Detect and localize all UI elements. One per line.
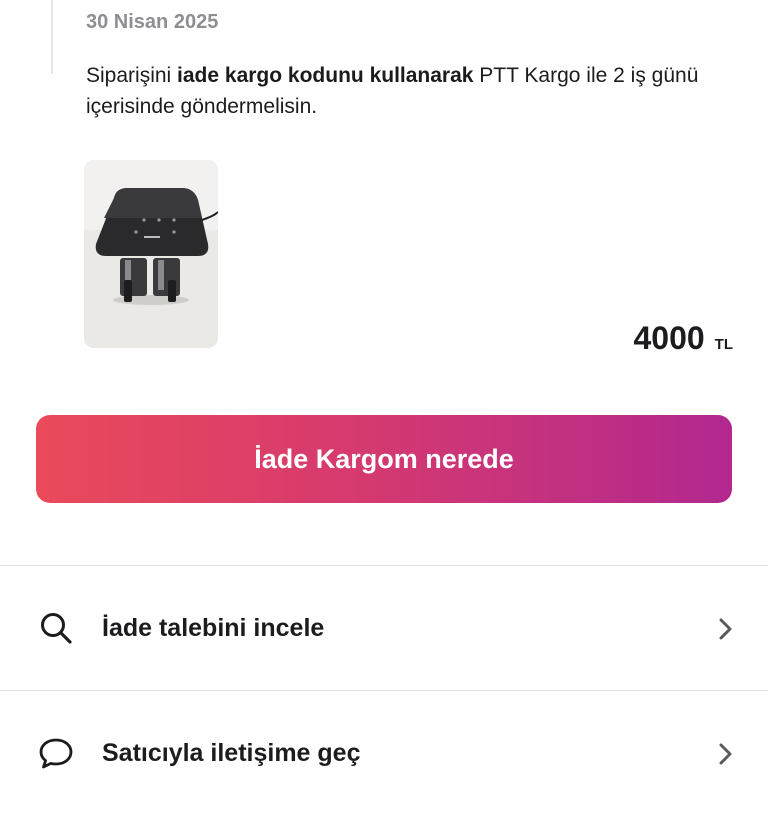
- price-amount: 4000: [633, 320, 705, 356]
- search-icon: [41, 613, 72, 644]
- menu-item-label: İade talebini incele: [102, 614, 325, 642]
- menu-item-contact-seller[interactable]: Satıcıyla iletişime geç: [0, 691, 768, 815]
- menu-item-review-return[interactable]: İade talebini incele: [0, 566, 768, 690]
- message-text-bold: iade kargo kodunu kullanarak: [177, 64, 474, 87]
- order-date: 30 Nisan 2025: [86, 11, 219, 33]
- timeline-line: [51, 0, 53, 74]
- product-thumbnail[interactable]: [84, 160, 218, 348]
- where-is-my-return-shipment-button[interactable]: İade Kargom nerede: [36, 415, 732, 503]
- chevron-right-icon: [719, 743, 732, 765]
- chat-bubble-icon: [39, 738, 73, 769]
- menu-item-label: Satıcıyla iletişime geç: [102, 739, 361, 767]
- return-instructions: Siparişini iade kargo kodunu kullanarak …: [86, 60, 746, 122]
- message-text-start: Siparişini: [86, 64, 178, 87]
- price-currency: TL: [714, 336, 733, 353]
- product-price: 4000 TL: [633, 320, 733, 357]
- chevron-right-icon: [719, 618, 732, 640]
- air-fryer-image: [84, 160, 218, 348]
